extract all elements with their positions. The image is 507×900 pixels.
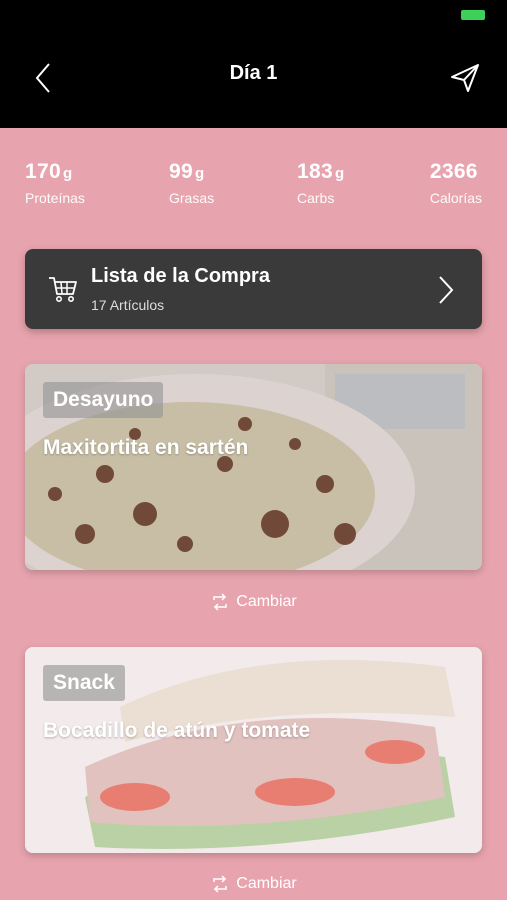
- macro-label: Grasas: [169, 190, 215, 206]
- share-button[interactable]: [445, 58, 485, 98]
- macro-carbs: 183 g Carbs: [297, 160, 344, 206]
- meal-name: Bocadillo de atún y tomate: [43, 719, 311, 742]
- macros-summary: 170 g Proteínas 99 g Grasas 183 g Carbs 236…: [25, 160, 482, 215]
- macro-fats: 99 g Grasas: [169, 160, 214, 206]
- macro-value: 99: [169, 160, 193, 183]
- shopping-list-count: 17 Artículos: [91, 297, 165, 313]
- shopping-list-title: Lista de la Compra: [91, 265, 270, 287]
- macro-unit: g: [334, 165, 345, 182]
- cart-icon: [49, 277, 77, 302]
- shopping-list-button[interactable]: Lista de la Compra 17 Artículos: [25, 249, 482, 329]
- change-meal-label: Cambiar: [236, 875, 297, 892]
- battery-icon: [461, 10, 485, 20]
- macro-value: 183: [297, 160, 333, 183]
- send-icon: [451, 64, 479, 92]
- chevron-right-icon: [439, 276, 454, 304]
- macro-calories: 2366 Calorías: [430, 160, 482, 206]
- change-meal-button[interactable]: Cambiar: [0, 592, 507, 612]
- swap-icon: [213, 593, 228, 611]
- macro-label: Proteínas: [25, 190, 85, 206]
- meal-card-breakfast[interactable]: Desayuno Maxitortita en sartén: [25, 364, 482, 570]
- swap-icon: [213, 875, 228, 893]
- macro-value: 170: [25, 160, 61, 183]
- macro-value: 2366: [429, 160, 478, 183]
- macro-proteins: 170 g Proteínas: [25, 160, 85, 206]
- change-meal-button[interactable]: Cambiar: [0, 874, 507, 894]
- macro-unit: g: [194, 165, 205, 182]
- meal-card-snack[interactable]: Snack Bocadillo de atún y tomate: [25, 647, 482, 853]
- change-meal-label: Cambiar: [236, 593, 297, 610]
- top-bar: Día 1: [0, 0, 507, 128]
- page-title: Día 1: [229, 62, 278, 84]
- macro-label: Calorías: [429, 190, 482, 206]
- macro-unit: g: [62, 165, 73, 182]
- meal-tag: Snack: [43, 665, 125, 701]
- macro-label: Carbs: [297, 190, 335, 206]
- meal-tag: Desayuno: [43, 382, 164, 418]
- meal-name: Maxitortita en sartén: [43, 436, 249, 459]
